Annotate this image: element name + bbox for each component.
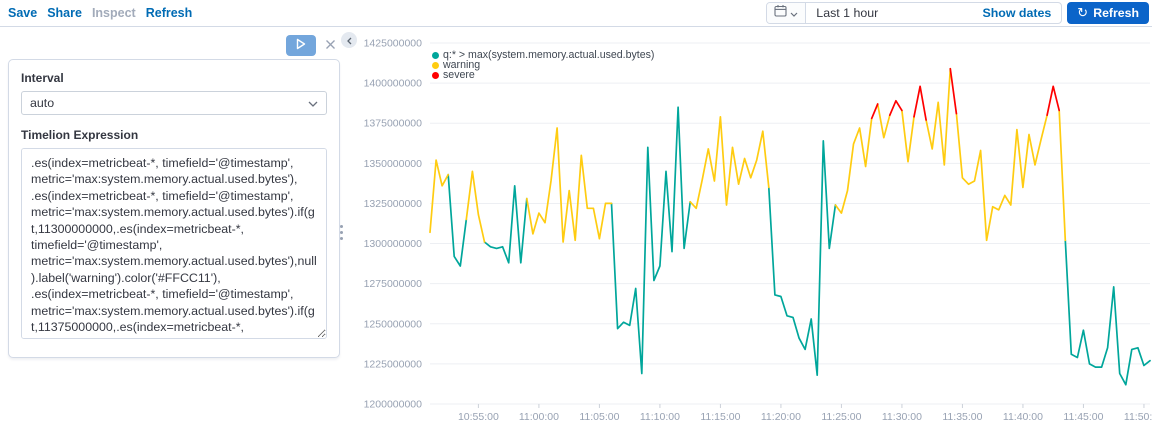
- interval-selected-value: auto: [30, 96, 55, 110]
- svg-text:11:15:00: 11:15:00: [700, 411, 740, 423]
- refresh-icon: ↻: [1077, 5, 1089, 21]
- svg-text:11:50:00: 11:50:00: [1124, 411, 1152, 423]
- svg-text:11:10:00: 11:10:00: [640, 411, 680, 423]
- close-panel-button[interactable]: [325, 38, 336, 53]
- svg-text:11:25:00: 11:25:00: [821, 411, 861, 423]
- svg-text:11:45:00: 11:45:00: [1063, 411, 1103, 423]
- svg-text:11:05:00: 11:05:00: [579, 411, 619, 423]
- nav-save[interactable]: Save: [8, 6, 37, 20]
- expression-sidebar: Interval auto Timelion Expression .es(in…: [0, 28, 348, 431]
- top-nav: Save Share Inspect Refresh: [8, 6, 192, 20]
- timelion-chart[interactable]: 11200000000 11225000000 11250000000 1127500…: [364, 28, 1152, 431]
- legend-dot-icon: [432, 51, 439, 59]
- panel-resize-handle[interactable]: [338, 225, 344, 240]
- chart-panel: 11200000000 11225000000 11250000000 1127500…: [364, 28, 1152, 431]
- chevron-left-icon: [346, 33, 353, 48]
- legend-dot-icon: [432, 71, 439, 79]
- timelion-expression-input[interactable]: .es(index=metricbeat-*, timefield='@time…: [21, 148, 327, 339]
- chart-legend: q:* > max(system.memory.actual.used.byte…: [432, 50, 654, 80]
- interval-label: Interval: [21, 71, 64, 85]
- legend-item[interactable]: severe: [432, 70, 654, 80]
- svg-text:11:40:00: 11:40:00: [1003, 411, 1043, 423]
- interval-select[interactable]: auto: [21, 91, 327, 115]
- nav-share[interactable]: Share: [47, 6, 82, 20]
- calendar-icon: [774, 4, 787, 22]
- refresh-button[interactable]: ↻ Refresh: [1067, 2, 1149, 24]
- run-expression-button[interactable]: [286, 34, 316, 56]
- legend-dot-icon: [432, 61, 439, 69]
- svg-text:11325000000: 11325000000: [364, 198, 422, 210]
- svg-text:11375000000: 11375000000: [364, 118, 422, 130]
- collapse-panel-button[interactable]: [341, 32, 357, 48]
- show-dates-link[interactable]: Show dates: [972, 6, 1061, 20]
- nav-inspect: Inspect: [91, 6, 136, 20]
- expression-editor-card: Interval auto Timelion Expression .es(in…: [8, 59, 340, 358]
- time-range-value[interactable]: Last 1 hour: [806, 6, 972, 20]
- nav-refresh[interactable]: Refresh: [146, 6, 193, 20]
- chevron-down-icon: [790, 4, 798, 22]
- close-icon: [325, 38, 336, 53]
- refresh-button-label: Refresh: [1093, 6, 1139, 20]
- svg-text:11225000000: 11225000000: [364, 358, 422, 370]
- timelion-editor: Interval auto Timelion Expression .es(in…: [0, 28, 1152, 431]
- quick-select-button[interactable]: [767, 3, 807, 23]
- app-header: Save Share Inspect Refresh Last 1 hour S…: [0, 0, 1152, 27]
- svg-text:11250000000: 11250000000: [364, 318, 422, 330]
- svg-text:11350000000: 11350000000: [364, 158, 422, 170]
- svg-text:11200000000: 11200000000: [364, 399, 422, 411]
- svg-text:11:00:00: 11:00:00: [519, 411, 559, 423]
- svg-text:11400000000: 11400000000: [364, 78, 422, 90]
- svg-text:11300000000: 11300000000: [364, 238, 422, 250]
- svg-text:11:30:00: 11:30:00: [882, 411, 922, 423]
- expression-toolbar: [8, 32, 340, 58]
- svg-text:11:20:00: 11:20:00: [761, 411, 801, 423]
- svg-text:11425000000: 11425000000: [364, 38, 422, 50]
- svg-text:11275000000: 11275000000: [364, 278, 422, 290]
- svg-text:10:55:00: 10:55:00: [458, 411, 499, 423]
- svg-text:11:35:00: 11:35:00: [942, 411, 982, 423]
- legend-label: severe: [443, 69, 475, 81]
- super-date-picker: Last 1 hour Show dates: [766, 2, 1063, 24]
- chevron-down-icon: [308, 96, 318, 110]
- expression-label: Timelion Expression: [21, 128, 139, 142]
- panel-gutter: [348, 28, 364, 431]
- play-icon: [296, 38, 306, 53]
